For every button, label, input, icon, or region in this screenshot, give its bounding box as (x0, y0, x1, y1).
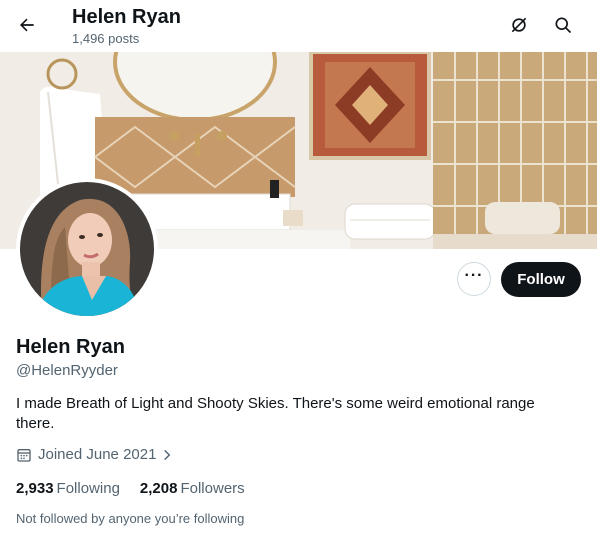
search-button[interactable] (546, 8, 580, 42)
notifications-off-button[interactable] (502, 8, 536, 42)
search-icon (555, 17, 572, 34)
header-name: Helen Ryan (72, 6, 181, 28)
follow-button[interactable]: Follow (501, 262, 581, 297)
more-options-button[interactable]: ··· (457, 262, 491, 296)
followers-label: Followers (180, 480, 245, 497)
following-link[interactable]: 2,933 Following (16, 480, 120, 497)
bio: I made Breath of Light and Shooty Skies.… (16, 395, 535, 432)
bell-off-icon (511, 17, 527, 33)
calendar-icon (17, 448, 31, 462)
avatar[interactable] (20, 182, 154, 316)
joined-date[interactable]: Joined June 2021 (16, 446, 174, 463)
following-label: Following (56, 480, 120, 497)
handle: @HelenRyyder (16, 362, 118, 379)
avatar-frame[interactable] (16, 178, 158, 320)
follow-stats: 2,933 Following 2,208 Followers (16, 480, 265, 497)
header-title-block: Helen Ryan 1,496 posts (72, 6, 181, 46)
followers-link[interactable]: 2,208 Followers (140, 480, 245, 497)
following-count: 2,933 (16, 480, 54, 497)
display-name: Helen Ryan (16, 336, 125, 358)
joined-label: Joined June 2021 (38, 446, 157, 463)
chevron-right-icon (164, 449, 171, 460)
post-count: 1,496 posts (72, 31, 140, 46)
more-icon: ··· (464, 267, 484, 284)
back-arrow-icon (20, 18, 34, 32)
followers-count: 2,208 (139, 480, 178, 497)
back-button[interactable] (10, 8, 44, 42)
mutual-followers-note: Not followed by anyone you’re following (16, 511, 245, 526)
profile-header-bar: Helen Ryan 1,496 posts (0, 0, 597, 52)
avatar-image (20, 182, 154, 316)
